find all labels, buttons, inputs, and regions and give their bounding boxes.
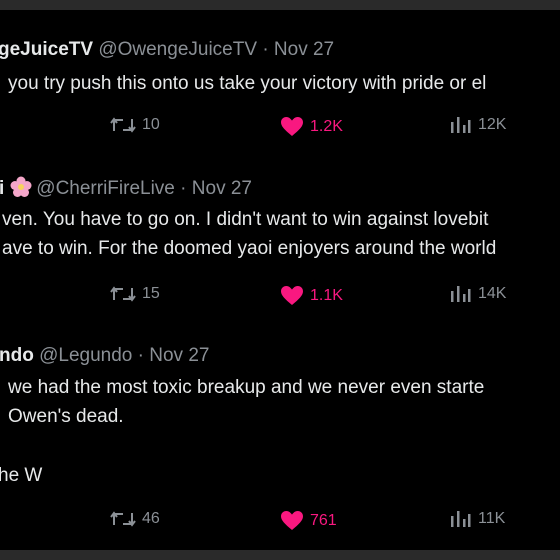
like-button[interactable]: 1.2K <box>280 116 343 137</box>
views-icon <box>451 117 471 133</box>
like-count: 761 <box>310 511 337 529</box>
tweet-header: ndo @Legundo · Nov 27 <box>0 344 209 368</box>
user-handle[interactable]: @CherriFireLive <box>36 178 175 199</box>
timeline: geJuiceTV @OwengeJuiceTV · Nov 27 you tr… <box>0 10 560 550</box>
views-button[interactable]: 12K <box>450 116 506 134</box>
like-count: 1.2K <box>310 117 343 135</box>
tweet-text-line: we had the most toxic breakup and we nev… <box>8 377 485 398</box>
repost-button[interactable]: 15 <box>110 285 160 303</box>
repost-count: 15 <box>142 285 160 302</box>
heart-icon <box>281 286 303 305</box>
tweet-text-line: ven. You have to go on. I didn't want to… <box>2 209 489 230</box>
repost-count: 10 <box>142 116 160 133</box>
tweet-text-line: he W <box>0 465 43 486</box>
separator: · <box>180 178 187 199</box>
tweet-text-line: you try push this onto us take your vict… <box>8 73 487 94</box>
view-count: 14K <box>478 285 507 302</box>
tweet-date[interactable]: Nov 27 <box>192 178 252 199</box>
separator: · <box>262 39 269 60</box>
display-name[interactable]: ndo <box>0 345 34 366</box>
tweet-text-line: ave to win. For the doomed yaoi enjoyers… <box>2 238 497 259</box>
retweet-icon <box>110 286 136 302</box>
repost-button[interactable]: 10 <box>110 116 160 134</box>
user-handle[interactable]: @Legundo <box>39 345 132 366</box>
like-button[interactable]: 761 <box>280 510 337 531</box>
retweet-icon <box>110 117 136 133</box>
views-button[interactable]: 11K <box>450 510 505 528</box>
user-handle[interactable]: @OwengeJuiceTV <box>98 39 257 60</box>
heart-icon <box>281 117 303 136</box>
tweet-date[interactable]: Nov 27 <box>274 39 334 60</box>
tweet-date[interactable]: Nov 27 <box>149 345 209 366</box>
views-button[interactable]: 14K <box>450 285 506 303</box>
repost-button[interactable]: 46 <box>110 510 160 528</box>
tweet-header: i @CherriFireLive · Nov 27 <box>0 176 252 201</box>
views-icon <box>451 511 471 527</box>
heart-icon <box>281 511 303 530</box>
repost-count: 46 <box>142 510 160 527</box>
display-name[interactable]: geJuiceTV <box>0 39 93 60</box>
view-count: 12K <box>478 116 507 133</box>
tweet-header: geJuiceTV @OwengeJuiceTV · Nov 27 <box>0 38 334 62</box>
views-icon <box>451 286 471 302</box>
display-name[interactable]: i <box>0 178 4 199</box>
view-count: 11K <box>478 510 506 527</box>
separator: · <box>137 345 144 366</box>
like-count: 1.1K <box>310 286 343 304</box>
flower-emoji-icon <box>10 176 32 197</box>
like-button[interactable]: 1.1K <box>280 285 343 306</box>
tweet-text-line: Owen's dead. <box>8 406 124 427</box>
retweet-icon <box>110 511 136 527</box>
